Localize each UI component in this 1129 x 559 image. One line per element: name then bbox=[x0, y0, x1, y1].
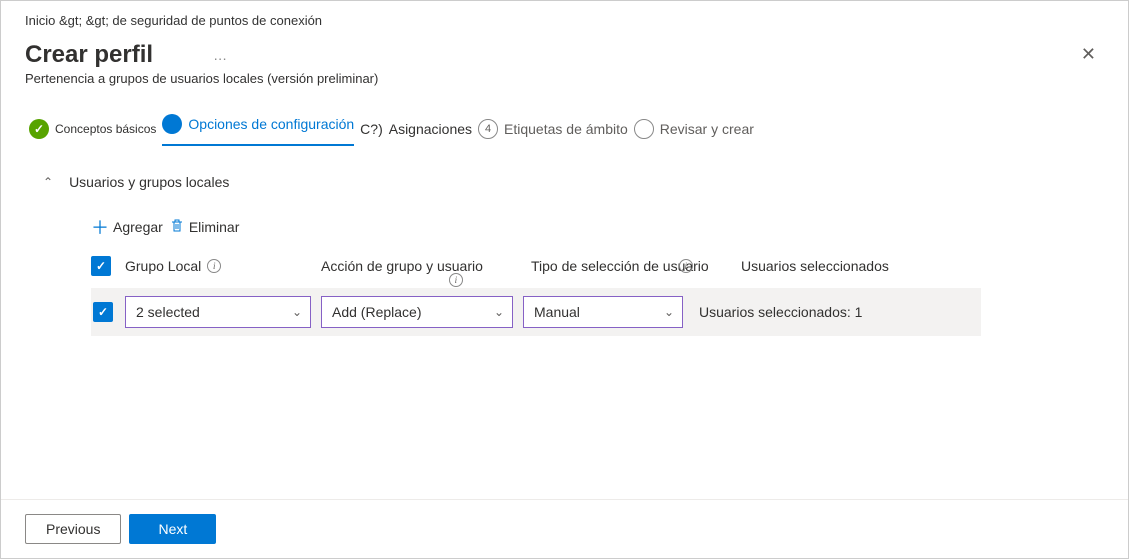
step-assignments[interactable]: Asignaciones bbox=[389, 121, 472, 137]
step-configuration[interactable]: Opciones de configuración bbox=[188, 116, 354, 132]
info-icon[interactable] bbox=[449, 273, 463, 287]
more-dots-icon[interactable]: … bbox=[213, 47, 228, 63]
step-scope-tags[interactable]: Etiquetas de ámbito bbox=[504, 121, 628, 137]
col-group-user-action: Acción de grupo y usuario bbox=[321, 258, 483, 274]
step-pending-icon bbox=[634, 119, 654, 139]
selection-type-select[interactable]: Manual ⌄ bbox=[523, 296, 683, 328]
col-selected-users: Usuarios seleccionados bbox=[741, 258, 889, 274]
close-icon[interactable]: ✕ bbox=[1073, 40, 1104, 69]
page-title: Crear perfil bbox=[25, 41, 153, 69]
page-subtitle: Pertenencia a grupos de usuarios locales… bbox=[1, 71, 1128, 104]
next-button[interactable]: Next bbox=[129, 514, 216, 544]
step-done-icon bbox=[29, 119, 49, 139]
add-button[interactable]: ＋ Agregar bbox=[91, 214, 163, 240]
step-assignments-prefix: C?) bbox=[360, 121, 383, 137]
step-review[interactable]: Revisar y crear bbox=[660, 121, 754, 137]
delete-button[interactable]: Eliminar bbox=[169, 218, 240, 237]
chevron-down-icon: ⌄ bbox=[292, 305, 302, 319]
info-icon[interactable] bbox=[679, 259, 693, 273]
selection-type-value: Manual bbox=[534, 304, 580, 320]
info-icon[interactable] bbox=[207, 259, 221, 273]
plus-icon: ＋ bbox=[91, 214, 109, 240]
wizard-stepper: Conceptos básicos Opciones de configurac… bbox=[1, 104, 1128, 144]
local-group-select[interactable]: 2 selected ⌄ bbox=[125, 296, 311, 328]
step-num-icon: 4 bbox=[478, 119, 498, 139]
add-label: Agregar bbox=[113, 219, 163, 235]
breadcrumb[interactable]: Inicio &gt; &gt; de seguridad de puntos … bbox=[1, 1, 1128, 32]
select-all-checkbox[interactable] bbox=[91, 256, 111, 276]
section-title: Usuarios y grupos locales bbox=[69, 174, 229, 190]
selected-users-text: Usuarios seleccionados: 1 bbox=[693, 304, 862, 320]
delete-label: Eliminar bbox=[189, 219, 240, 235]
row-checkbox[interactable] bbox=[93, 302, 113, 322]
group-action-value: Add (Replace) bbox=[332, 304, 422, 320]
wizard-footer: Previous Next bbox=[1, 499, 1128, 558]
chevron-down-icon: ⌄ bbox=[664, 305, 674, 319]
chevron-up-icon: ⌃ bbox=[43, 175, 53, 189]
col-local-group: Grupo Local bbox=[125, 258, 201, 274]
trash-icon bbox=[169, 218, 185, 237]
group-action-select[interactable]: Add (Replace) ⌄ bbox=[321, 296, 513, 328]
table-row: 2 selected ⌄ Add (Replace) ⌄ Manual ⌄ Us… bbox=[91, 288, 981, 336]
step-active-icon bbox=[162, 114, 182, 134]
local-group-value: 2 selected bbox=[136, 304, 200, 320]
step-basics[interactable]: Conceptos básicos bbox=[55, 122, 156, 136]
chevron-down-icon: ⌄ bbox=[494, 305, 504, 319]
section-toggle-local-users[interactable]: ⌃ Usuarios y grupos locales bbox=[43, 174, 1086, 190]
local-groups-table: Grupo Local Acción de grupo y usuario Ti… bbox=[43, 256, 1086, 336]
table-header-row: Grupo Local Acción de grupo y usuario Ti… bbox=[91, 256, 1086, 276]
previous-button[interactable]: Previous bbox=[25, 514, 121, 544]
